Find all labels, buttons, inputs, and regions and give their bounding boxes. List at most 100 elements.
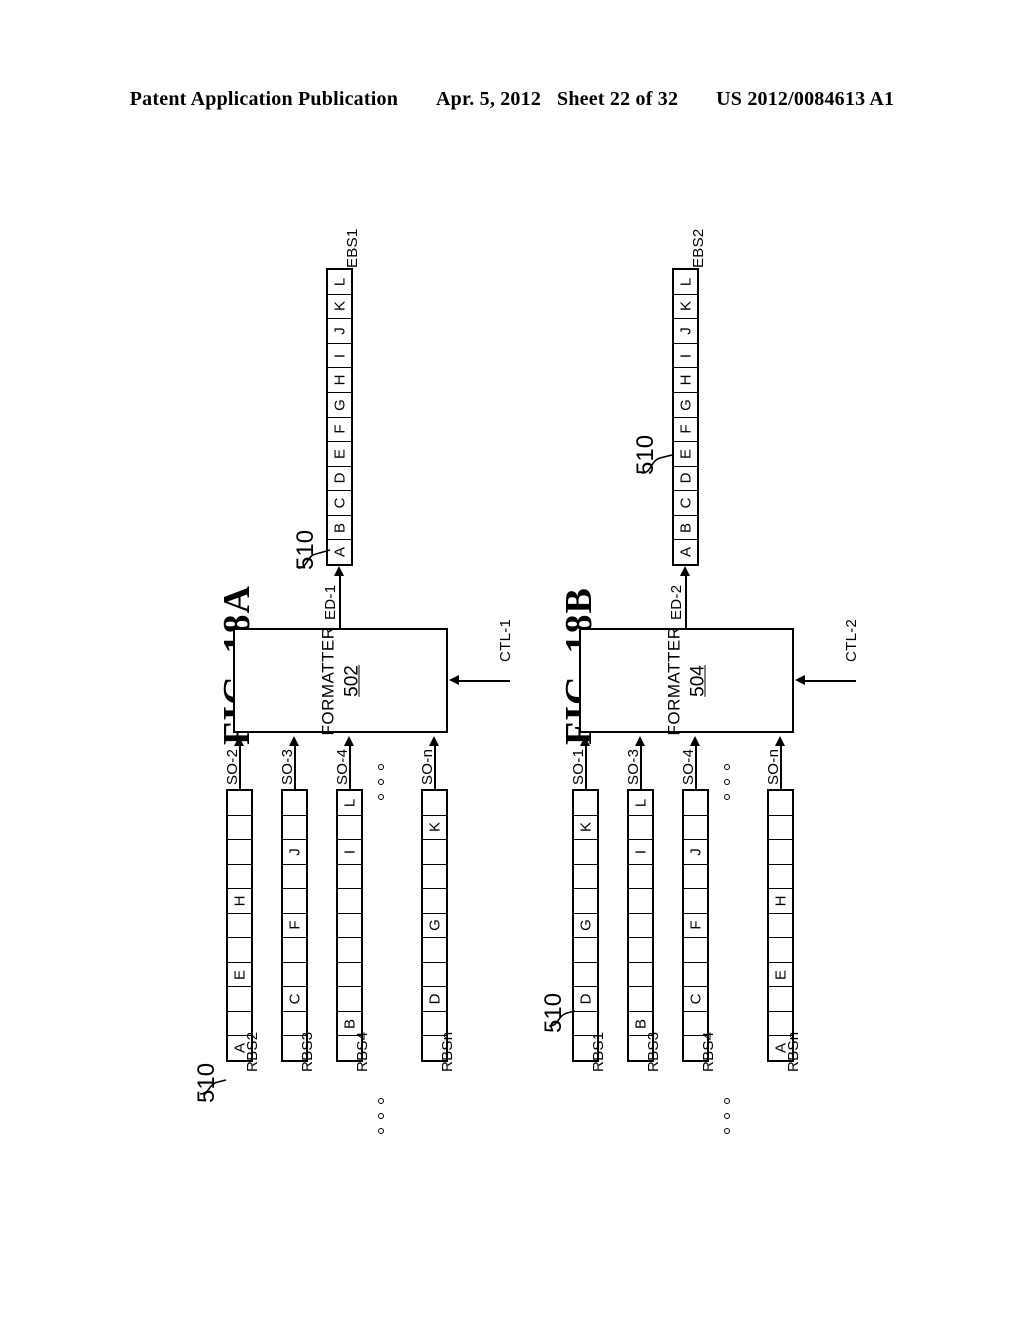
cell-label: G (577, 919, 594, 932)
so4-b-signal-label: SO-4 (680, 748, 697, 785)
figure-18b: FIG. 18B A B C D E F G H I J K L EBS2 51… (0, 0, 1024, 1320)
cell-label: J (677, 327, 694, 335)
buffer-cell: C (684, 987, 707, 1012)
input-buffer-rbs3-b: B I L (627, 789, 654, 1062)
ctl2-connector (804, 680, 856, 682)
buffer-cell: I (629, 840, 652, 865)
buffer-cell (629, 914, 652, 939)
son-b-signal-label: SO-n (765, 748, 782, 785)
signal-ellipsis-icon-18b (724, 764, 730, 800)
ctl2-signal-label: CTL-2 (843, 618, 860, 662)
ed2-connector (685, 574, 687, 628)
buffer-cell: K (574, 816, 597, 841)
buffer-cell (769, 865, 792, 890)
cell-label: H (772, 895, 789, 907)
buffer-cell (769, 791, 792, 816)
input-buffer-rbs4-b-label: RBS4 (700, 1031, 717, 1072)
cell-label: A (677, 547, 694, 558)
input-buffer-rbsn-b-label: RBSn (785, 1031, 802, 1072)
cell-label: C (677, 497, 694, 509)
cell-label: I (632, 849, 649, 854)
buffer-cell (769, 987, 792, 1012)
cell-label: E (772, 969, 789, 980)
buffer-cell (769, 938, 792, 963)
cell-label: C (687, 993, 704, 1005)
buffer-cell (769, 914, 792, 939)
buffer-cell (574, 791, 597, 816)
cell-label: J (687, 848, 704, 856)
cell-label: L (677, 277, 694, 287)
ellipsis-dot (724, 1128, 730, 1134)
buffer-cell: J (674, 319, 697, 344)
buffer-cell (684, 938, 707, 963)
buffer-cell (769, 816, 792, 841)
formatter-504-number: 504 (687, 664, 708, 697)
buffer-cell (574, 865, 597, 890)
input-buffer-rbs4-b: C F J (682, 789, 709, 1062)
buffer-cell (769, 840, 792, 865)
buffer-cell (574, 889, 597, 914)
buffer-cell: E (769, 963, 792, 988)
buffer-cell (629, 816, 652, 841)
cell-label: K (577, 822, 594, 833)
buffer-cell (684, 816, 707, 841)
buffer-cell: H (674, 368, 697, 393)
buffer-cell (684, 963, 707, 988)
buffer-cell: F (674, 418, 697, 443)
buffer-cell (629, 865, 652, 890)
cell-label: G (677, 398, 694, 411)
buffer-cell: K (674, 295, 697, 320)
buffer-cell: L (629, 791, 652, 816)
ellipsis-dot (724, 794, 730, 800)
buffer-cell (684, 865, 707, 890)
cell-label: F (677, 424, 694, 434)
ed2-signal-label: ED-2 (668, 584, 685, 620)
buffer-cell (574, 963, 597, 988)
ctl2-arrowhead-icon (795, 675, 805, 685)
buffer-cell: B (674, 516, 697, 541)
so3-b-signal-label: SO-3 (625, 748, 642, 785)
so1-signal-label: SO-1 (570, 748, 587, 785)
ed2-arrowhead-icon (680, 566, 690, 576)
cell-label: D (577, 993, 594, 1005)
buffer-cell (629, 938, 652, 963)
cell-label: L (632, 798, 649, 807)
buffer-cell (629, 889, 652, 914)
leader-line-510-input-18b (548, 1010, 576, 1027)
output-buffer-ebs2-label: EBS2 (690, 228, 707, 268)
cell-label: B (677, 522, 694, 533)
cell-label: F (687, 920, 704, 931)
so1-arrowhead-icon (580, 736, 590, 746)
buffer-cell: C (674, 491, 697, 516)
so4-b-arrowhead-icon (690, 736, 700, 746)
cell-label: B (632, 1018, 649, 1029)
cell-label: E (677, 448, 694, 459)
formatter-504-box: FORMATTER 504 (579, 625, 794, 736)
buffer-cell: F (684, 914, 707, 939)
cell-label: I (677, 353, 694, 358)
buffer-cell: G (674, 393, 697, 418)
buffer-cell: J (684, 840, 707, 865)
buffer-cell (684, 889, 707, 914)
buffer-cell: G (574, 914, 597, 939)
buffer-cell (574, 938, 597, 963)
ellipsis-dot (724, 1098, 730, 1104)
cell-label: D (677, 473, 694, 484)
buffer-cell (629, 987, 652, 1012)
buffer-cell (629, 963, 652, 988)
buffer-cell (574, 840, 597, 865)
ellipsis-dot (724, 1113, 730, 1119)
buffer-cell: I (674, 344, 697, 369)
ellipsis-dot (724, 764, 730, 770)
input-buffer-rbsn-b: A E H (767, 789, 794, 1062)
son-b-arrowhead-icon (775, 736, 785, 746)
buffer-ellipsis-icon-18b (724, 1098, 730, 1134)
cell-label: H (677, 374, 694, 386)
cell-label: K (677, 301, 694, 312)
output-buffer-ebs2: A B C D E F G H I J K L (672, 268, 699, 566)
buffer-cell: A (674, 540, 697, 564)
input-buffer-rbs1-label: RBS1 (590, 1031, 607, 1072)
formatter-504-name: FORMATTER (664, 625, 683, 736)
buffer-cell: H (769, 889, 792, 914)
buffer-cell: L (674, 270, 697, 295)
